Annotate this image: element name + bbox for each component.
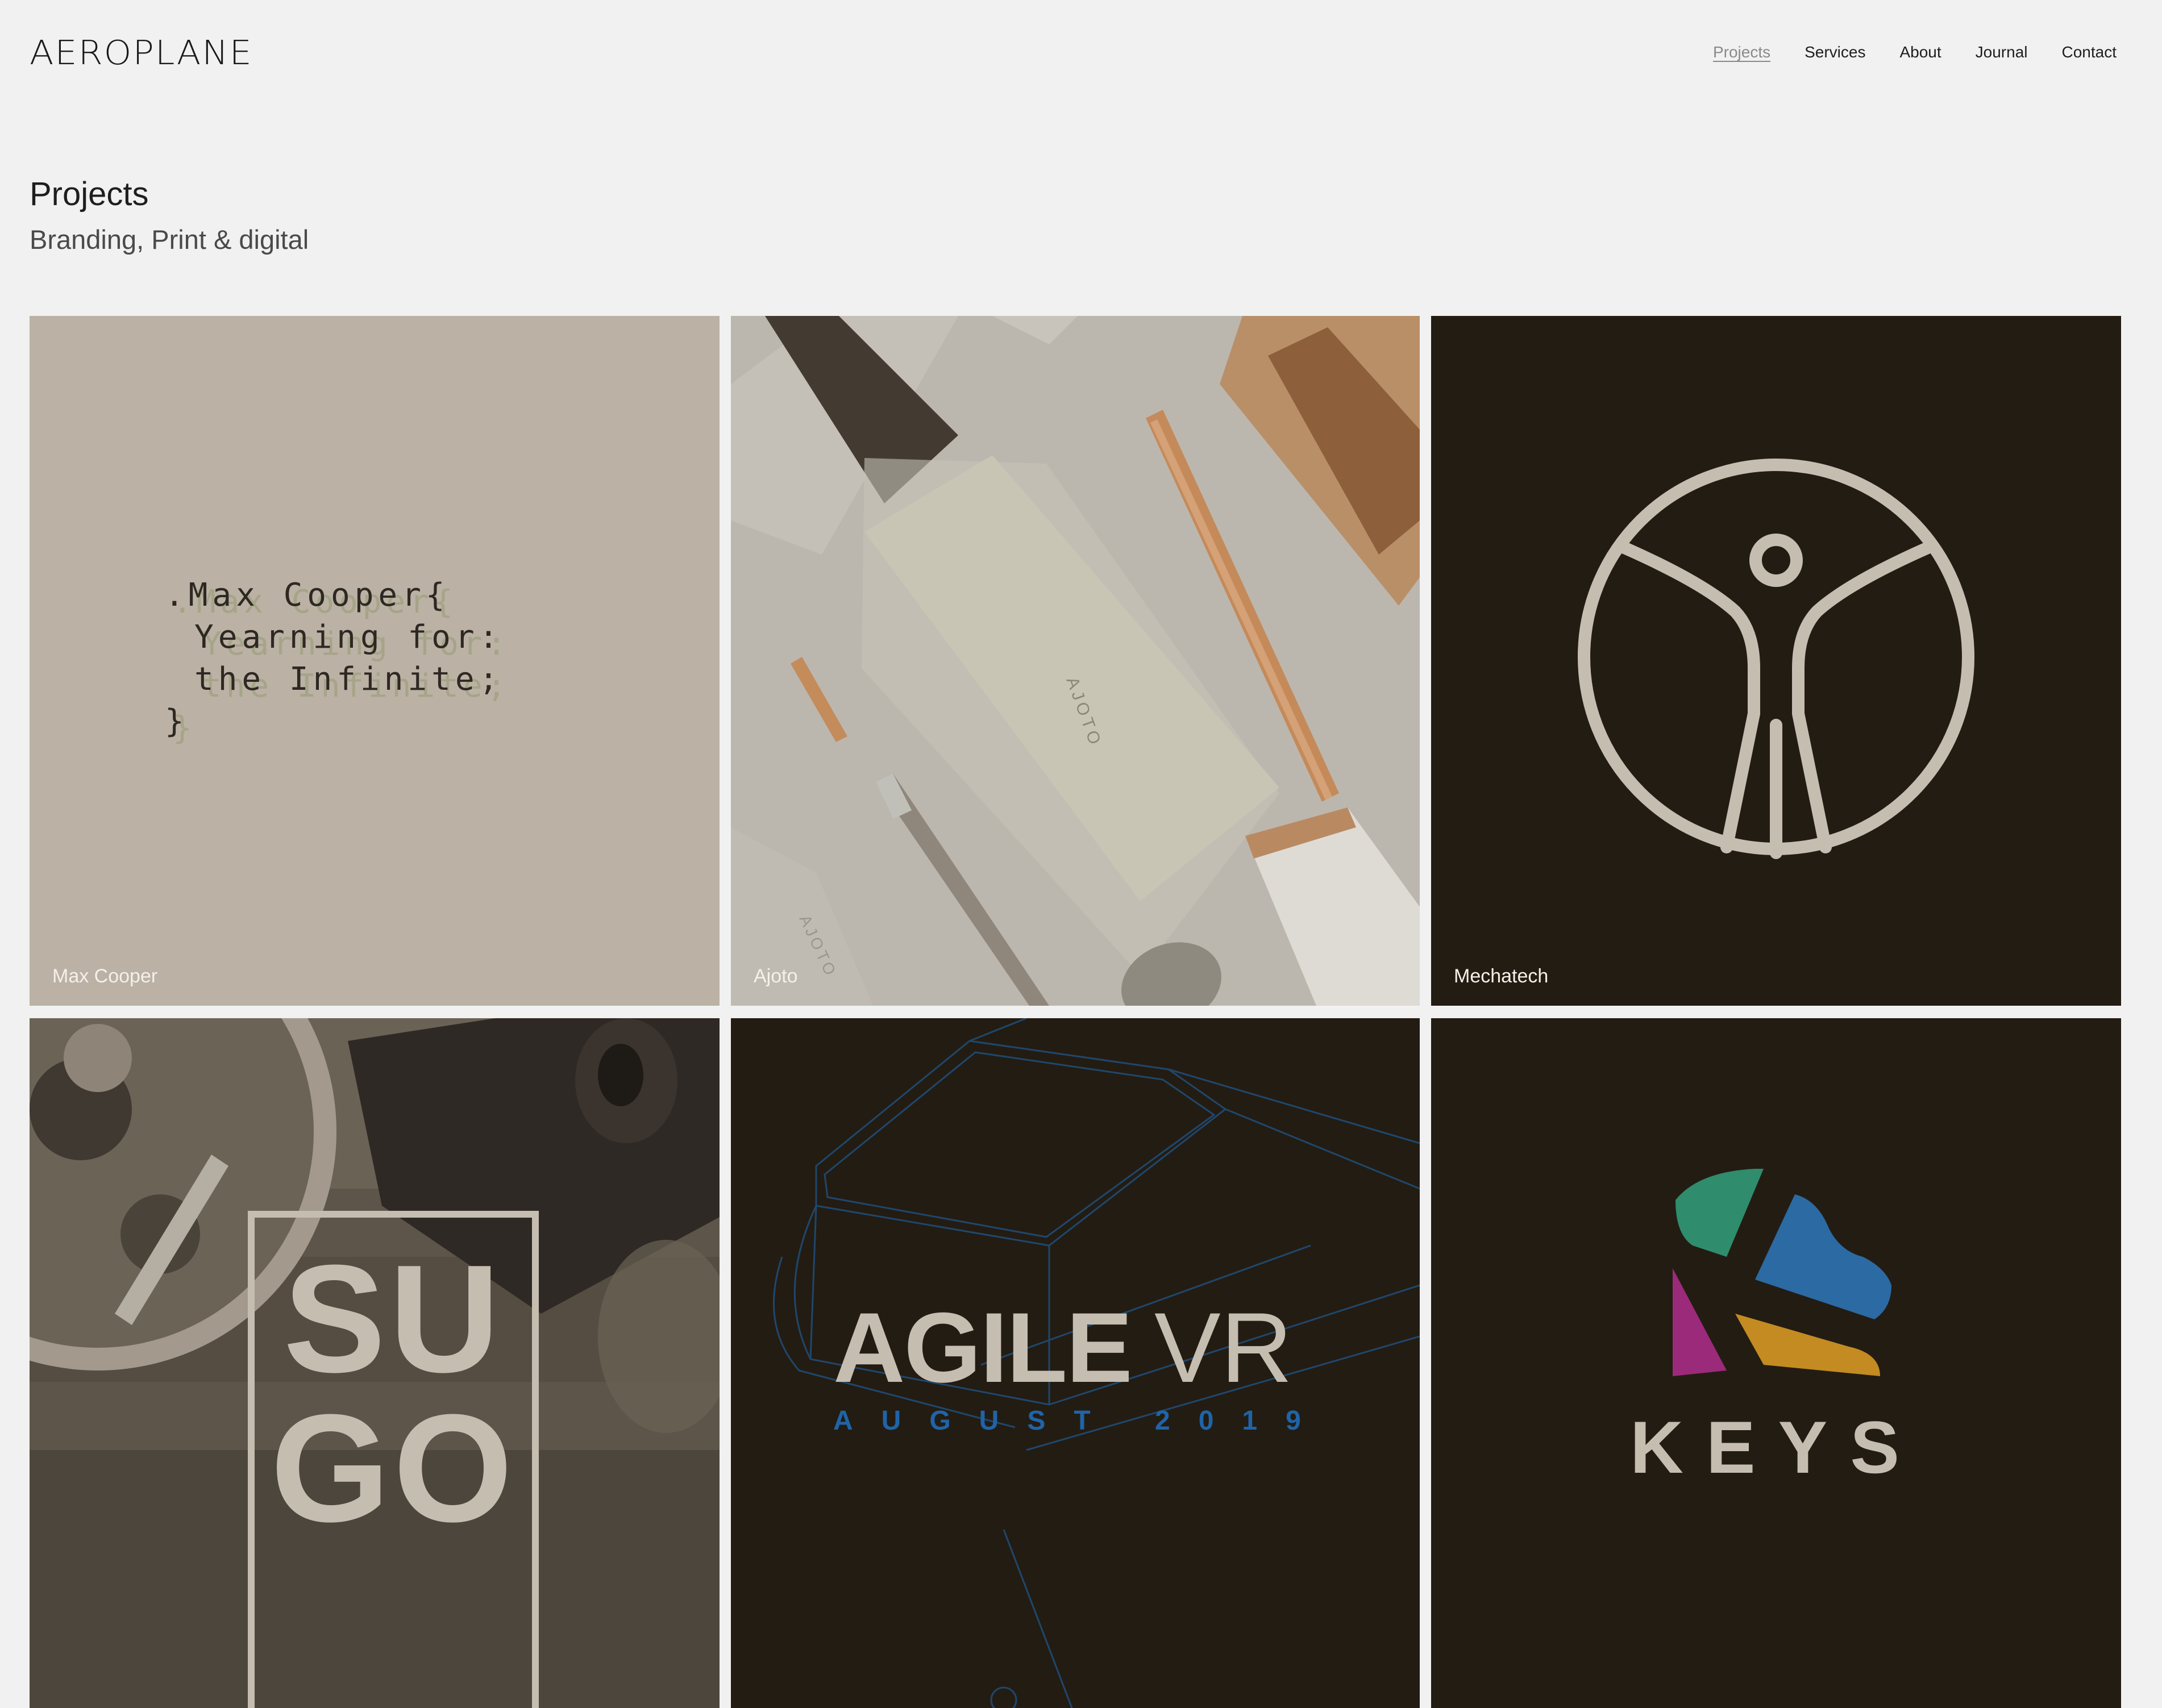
max-cooper-line-3: the Infinite; xyxy=(194,661,502,698)
page-subtitle: Branding, Print & digital xyxy=(30,224,309,255)
nav-journal[interactable]: Journal xyxy=(1976,43,2028,61)
agile-vr-title-light: VR xyxy=(1154,1293,1292,1403)
keys-logo-text: KEYS xyxy=(1630,1406,1922,1489)
project-tile-mechatech[interactable]: Mechatech xyxy=(1431,316,2121,1006)
sugo-artwork: SU GO xyxy=(30,1018,720,1708)
sugo-logo-line-2: GO xyxy=(271,1383,516,1554)
project-label-ajoto: Ajoto xyxy=(754,965,798,987)
max-cooper-line-4: } xyxy=(165,703,189,740)
sugo-logo-line-1: SU xyxy=(283,1234,503,1405)
project-label-mechatech: Mechatech xyxy=(1454,965,1549,987)
keys-logo-icon: KEYS xyxy=(1630,1169,1922,1489)
nav-projects[interactable]: Projects xyxy=(1713,43,1770,61)
project-tile-ajoto[interactable]: AJOTO AJOTO Ajoto xyxy=(731,316,1420,1006)
project-tile-agile-vr[interactable]: AGILE VR AUGUST 2019 xyxy=(731,1018,1420,1708)
nav-about[interactable]: About xyxy=(1899,43,1941,61)
project-tile-sugo[interactable]: SU GO xyxy=(30,1018,720,1708)
page-title: Projects xyxy=(30,176,149,213)
project-grid: .Max Cooper{ Yearning for: the Infinite;… xyxy=(30,316,2122,1708)
max-cooper-artwork: .Max Cooper{ Yearning for: the Infinite;… xyxy=(165,577,506,747)
vitruvian-man-icon xyxy=(1578,459,1974,859)
project-label-max-cooper: Max Cooper xyxy=(52,965,158,987)
max-cooper-line-1: .Max Cooper{ xyxy=(165,577,450,614)
site-header: AEROPLANE Projects Services About Journa… xyxy=(0,0,2162,114)
site-logo[interactable]: AEROPLANE xyxy=(30,33,253,72)
agile-vr-title-bold: AGILE xyxy=(833,1293,1132,1403)
nav-contact[interactable]: Contact xyxy=(2062,43,2117,61)
project-tile-keys[interactable]: KEYS xyxy=(1431,1018,2121,1708)
agile-vr-date: AUGUST 2019 xyxy=(833,1406,1329,1436)
agile-vr-artwork: AGILE VR AUGUST 2019 xyxy=(773,1018,1420,1708)
main-nav: Projects Services About Journal Contact xyxy=(1713,43,2117,61)
nav-services[interactable]: Services xyxy=(1805,43,1865,61)
ajoto-artwork: AJOTO AJOTO xyxy=(731,316,1420,1006)
project-tile-max-cooper[interactable]: .Max Cooper{ Yearning for: the Infinite;… xyxy=(30,316,720,1006)
max-cooper-line-2: Yearning for: xyxy=(194,619,502,656)
